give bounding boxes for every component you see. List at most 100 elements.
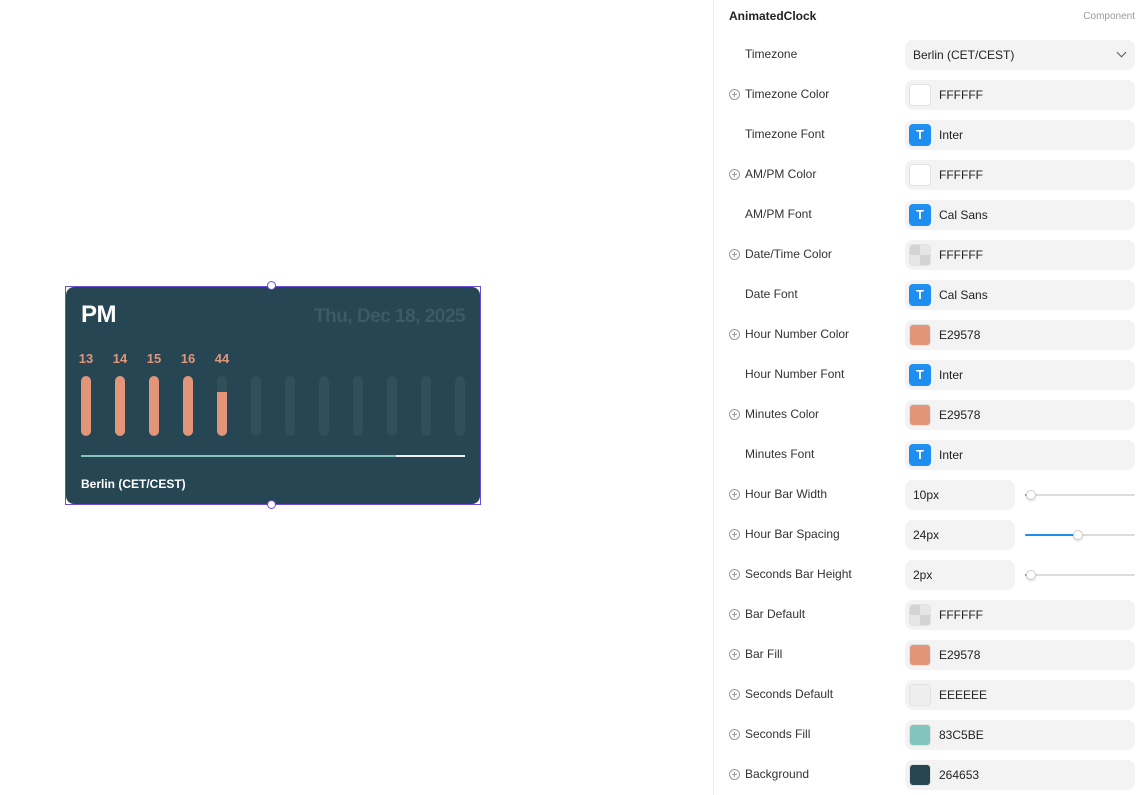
text-type-icon: T — [909, 364, 931, 386]
datetime-color-color-field[interactable]: FFFFFF — [905, 240, 1135, 270]
bar-fill-color-field[interactable]: E29578 — [905, 640, 1135, 670]
ampm-font-font-field[interactable]: T Cal Sans — [905, 200, 1135, 230]
prop-row-hour-number-color: Hour Number Color E29578 — [714, 315, 1145, 355]
prop-value: 2px — [913, 568, 933, 582]
color-swatch[interactable] — [909, 764, 931, 786]
add-circle-icon[interactable] — [729, 609, 740, 620]
add-circle-icon[interactable] — [729, 769, 740, 780]
prop-row-datetime-color: Date/Time Color FFFFFF — [714, 235, 1145, 275]
add-circle-icon[interactable] — [729, 409, 740, 420]
prop-value: FFFFFF — [939, 88, 983, 102]
hour-bars — [81, 376, 471, 436]
resize-handle-bottom[interactable] — [267, 500, 276, 509]
prop-label: Timezone — [745, 47, 798, 61]
color-swatch[interactable] — [909, 244, 931, 266]
seconds-fill-color-field[interactable]: 83C5BE — [905, 720, 1135, 750]
add-circle-icon[interactable] — [729, 249, 740, 260]
prop-value: FFFFFF — [939, 168, 983, 182]
add-circle-icon[interactable] — [729, 569, 740, 580]
ampm-color-color-field[interactable]: FFFFFF — [905, 160, 1135, 190]
add-circle-icon[interactable] — [729, 89, 740, 100]
hour-bar-fill — [81, 376, 91, 436]
prop-value: 264653 — [939, 768, 980, 782]
color-swatch[interactable] — [909, 604, 931, 626]
prop-value: FFFFFF — [939, 608, 983, 622]
hour-number: 13 — [78, 351, 94, 366]
component-name: AnimatedClock — [729, 9, 817, 23]
add-circle-icon[interactable] — [729, 169, 740, 180]
animated-clock[interactable]: PM Thu, Dec 18, 2025 13 14 15 16 44 Berlin (… — [66, 287, 480, 504]
background-color-field[interactable]: 264653 — [905, 760, 1135, 790]
color-swatch[interactable] — [909, 324, 931, 346]
seconds-bar-fill — [81, 455, 396, 457]
hour-bar — [115, 376, 125, 436]
prop-value: E29578 — [939, 408, 981, 422]
prop-row-minutes-font: Minutes Font T Inter — [714, 435, 1145, 475]
seconds-bar-height-slider[interactable] — [1025, 570, 1135, 580]
add-circle-icon[interactable] — [729, 329, 740, 340]
prop-value: Berlin (CET/CEST) — [913, 48, 1015, 62]
slider-thumb[interactable] — [1072, 530, 1083, 540]
add-circle-icon[interactable] — [729, 729, 740, 740]
prop-row-hour-number-font: Hour Number Font T Inter — [714, 355, 1145, 395]
seconds-bar — [81, 455, 465, 457]
hour-bar-width-slider[interactable] — [1025, 490, 1135, 500]
seconds-bar-height-input[interactable]: 2px — [905, 560, 1015, 590]
prop-label: Timezone Color — [745, 87, 830, 101]
hour-number: 15 — [146, 351, 162, 366]
add-circle-icon[interactable] — [729, 529, 740, 540]
prop-row-hour-bar-spacing: Hour Bar Spacing 24px — [714, 515, 1145, 555]
minutes-font-font-field[interactable]: T Inter — [905, 440, 1135, 470]
hour-bar — [455, 376, 465, 436]
prop-row-ampm-font: AM/PM Font T Cal Sans — [714, 195, 1145, 235]
text-type-icon: T — [909, 444, 931, 466]
chevron-down-icon — [1116, 47, 1127, 58]
prop-value: E29578 — [939, 648, 981, 662]
prop-row-timezone-font: Timezone Font T Inter — [714, 115, 1145, 155]
hour-bar-spacing-input[interactable]: 24px — [905, 520, 1015, 550]
color-swatch[interactable] — [909, 644, 931, 666]
timezone-color-color-field[interactable]: FFFFFF — [905, 80, 1135, 110]
seconds-default-color-field[interactable]: EEEEEE — [905, 680, 1135, 710]
prop-value: Inter — [939, 128, 964, 142]
bar-default-color-field[interactable]: FFFFFF — [905, 600, 1135, 630]
prop-label: Date/Time Color — [745, 247, 832, 261]
component-type: Component — [1083, 11, 1135, 22]
add-circle-icon[interactable] — [729, 649, 740, 660]
resize-handle-top[interactable] — [267, 281, 276, 290]
prop-row-minutes-color: Minutes Color E29578 — [714, 395, 1145, 435]
timezone-select[interactable]: Berlin (CET/CEST) — [905, 40, 1135, 70]
date-label: Thu, Dec 18, 2025 — [314, 306, 465, 327]
hour-bar — [183, 376, 193, 436]
color-swatch[interactable] — [909, 404, 931, 426]
timezone-label: Berlin (CET/CEST) — [81, 477, 186, 491]
slider-thumb[interactable] — [1025, 570, 1036, 580]
hour-bar-width-input[interactable]: 10px — [905, 480, 1015, 510]
hour-numbers: 13 14 15 16 44 — [79, 351, 471, 367]
add-circle-icon[interactable] — [729, 489, 740, 500]
add-circle-icon[interactable] — [729, 689, 740, 700]
date-font-font-field[interactable]: T Cal Sans — [905, 280, 1135, 310]
color-swatch[interactable] — [909, 684, 931, 706]
prop-row-timezone-color: Timezone Color FFFFFF — [714, 75, 1145, 115]
prop-label: Minutes Color — [745, 407, 820, 421]
slider-thumb[interactable] — [1025, 490, 1036, 500]
minutes-color-color-field[interactable]: E29578 — [905, 400, 1135, 430]
hour-number-font-font-field[interactable]: T Inter — [905, 360, 1135, 390]
prop-label: AM/PM Color — [745, 167, 817, 181]
color-swatch[interactable] — [909, 724, 931, 746]
hour-bar — [353, 376, 363, 436]
prop-row-bar-fill: Bar Fill E29578 — [714, 635, 1145, 675]
timezone-font-font-field[interactable]: T Inter — [905, 120, 1135, 150]
color-swatch[interactable] — [909, 84, 931, 106]
color-swatch[interactable] — [909, 164, 931, 186]
hour-number-color-color-field[interactable]: E29578 — [905, 320, 1135, 350]
prop-value: Cal Sans — [939, 288, 988, 302]
prop-value: 83C5BE — [939, 728, 984, 742]
prop-row-background: Background 264653 — [714, 755, 1145, 795]
prop-row-seconds-default: Seconds Default EEEEEE — [714, 675, 1145, 715]
hour-bar-spacing-slider[interactable] — [1025, 530, 1135, 540]
text-type-icon: T — [909, 204, 931, 226]
hour-bar-fill — [115, 376, 125, 436]
hour-number: 44 — [214, 351, 230, 366]
